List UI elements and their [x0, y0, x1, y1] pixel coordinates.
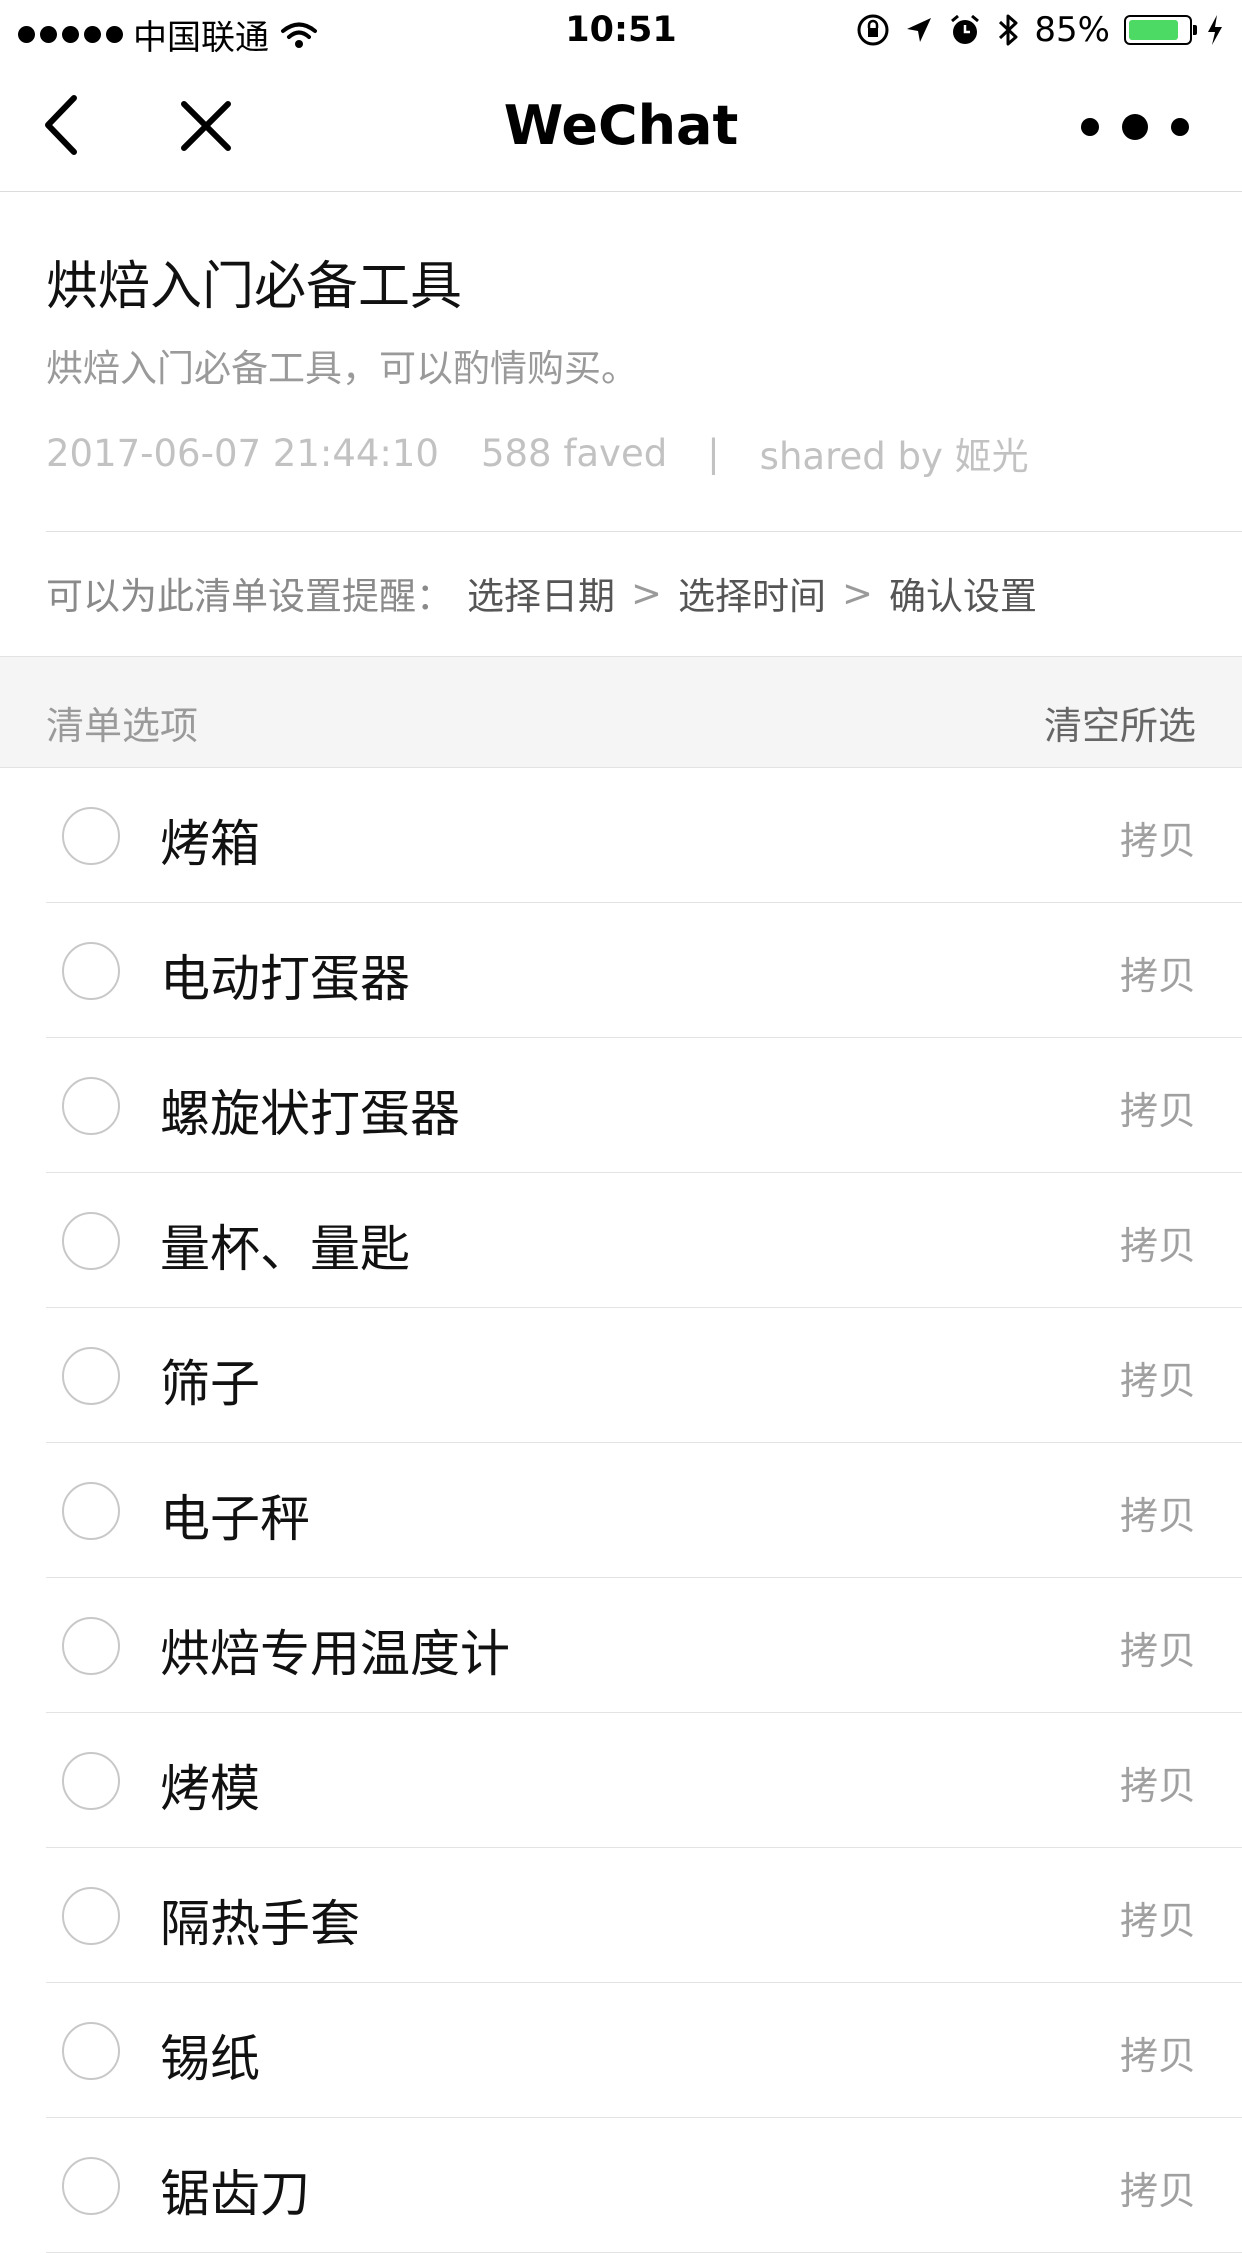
item-name: 烤模: [160, 1760, 260, 1818]
list-date: 2017-06-07 21:44:10: [46, 431, 439, 475]
item-name: 电动打蛋器: [160, 950, 410, 1008]
section-header: 清单选项 清空所选: [0, 656, 1242, 768]
orientation-lock-icon: [857, 14, 889, 46]
list-item[interactable]: 烤箱 拷贝: [0, 768, 1242, 903]
header-divider: [46, 531, 1242, 532]
list-title: 烘焙入门必备工具: [46, 257, 463, 317]
copy-button[interactable]: 拷贝: [1120, 1350, 1196, 1405]
reminder-arrow: >: [631, 571, 663, 615]
checkbox-circle[interactable]: [62, 1617, 120, 1675]
section-label: 清单选项: [46, 704, 199, 748]
battery-level-fill: [1129, 20, 1178, 40]
copy-button[interactable]: 拷贝: [1120, 810, 1196, 865]
reminder-step-time[interactable]: 选择时间: [678, 566, 826, 620]
copy-button[interactable]: 拷贝: [1120, 1485, 1196, 1540]
list-item[interactable]: 锡纸 拷贝: [0, 1983, 1242, 2118]
location-arrow-icon: [907, 18, 932, 42]
status-bar: 中国联通 10:51 85%: [0, 0, 1242, 62]
list-item[interactable]: 烤模 拷贝: [0, 1713, 1242, 1848]
list-item[interactable]: 螺旋状打蛋器 拷贝: [0, 1038, 1242, 1173]
checkbox-circle[interactable]: [62, 1347, 120, 1405]
copy-button[interactable]: 拷贝: [1120, 2160, 1196, 2215]
list-item[interactable]: 电动打蛋器 拷贝: [0, 903, 1242, 1038]
checkbox-circle[interactable]: [62, 1212, 120, 1270]
list-item[interactable]: 筛子 拷贝: [0, 1308, 1242, 1443]
item-name: 锡纸: [160, 2030, 260, 2088]
status-right: 85%: [856, 10, 1224, 50]
item-name: 螺旋状打蛋器: [160, 1085, 460, 1143]
list-meta: 2017-06-07 21:44:10 588 faved | shared b…: [46, 426, 1029, 480]
reminder-arrow: >: [842, 571, 874, 615]
list-item[interactable]: 锯齿刀 拷贝: [0, 2118, 1242, 2253]
charging-bolt-icon: [1208, 15, 1222, 45]
item-name: 电子秤: [160, 1490, 310, 1548]
checkbox-circle[interactable]: [62, 1752, 120, 1810]
list-item[interactable]: 量杯、量匙 拷贝: [0, 1173, 1242, 1308]
battery-icon: [1124, 15, 1197, 45]
reminder-step-date[interactable]: 选择日期: [467, 566, 615, 620]
item-name: 锯齿刀: [160, 2165, 310, 2223]
meta-separator: |: [707, 431, 720, 475]
item-name: 量杯、量匙: [160, 1220, 410, 1278]
list-item[interactable]: 烘焙专用温度计 拷贝: [0, 1578, 1242, 1713]
copy-button[interactable]: 拷贝: [1120, 2025, 1196, 2080]
copy-button[interactable]: 拷贝: [1120, 1620, 1196, 1675]
checkbox-circle[interactable]: [62, 942, 120, 1000]
alarm-icon: [951, 14, 980, 44]
checkbox-circle[interactable]: [62, 2157, 120, 2215]
clear-selection-button[interactable]: 清空所选: [1044, 695, 1196, 750]
checklist: 烤箱 拷贝 电动打蛋器 拷贝 螺旋状打蛋器 拷贝 量杯、量匙 拷贝 筛子 拷贝 电子秤 拷贝 烘焙专用温…: [0, 768, 1242, 2253]
shared-by: shared by 姬光: [759, 435, 1029, 478]
copy-button[interactable]: 拷贝: [1120, 1080, 1196, 1135]
checkbox-circle[interactable]: [62, 1482, 120, 1540]
checkbox-circle[interactable]: [62, 1077, 120, 1135]
item-name: 筛子: [160, 1355, 260, 1413]
reminder-prompt: 可以为此清单设置提醒：: [46, 575, 453, 618]
reminder-step-confirm[interactable]: 确认设置: [889, 566, 1037, 620]
checkbox-circle[interactable]: [62, 1887, 120, 1945]
copy-button[interactable]: 拷贝: [1120, 1215, 1196, 1270]
navigation-bar: WeChat: [0, 62, 1242, 192]
list-description: 烘焙入门必备工具，可以酌情购买。: [46, 347, 638, 390]
list-item[interactable]: 电子秤 拷贝: [0, 1443, 1242, 1578]
list-item[interactable]: 隔热手套 拷贝: [0, 1848, 1242, 1983]
checkbox-circle[interactable]: [62, 807, 120, 865]
bluetooth-icon: [999, 14, 1018, 46]
checkbox-circle[interactable]: [62, 2022, 120, 2080]
battery-percent: 85%: [1034, 10, 1110, 50]
item-name: 烘焙专用温度计: [160, 1625, 510, 1683]
copy-button[interactable]: 拷贝: [1120, 1890, 1196, 1945]
item-name: 隔热手套: [160, 1895, 360, 1953]
page-title: WeChat: [503, 94, 739, 157]
reminder-row: 可以为此清单设置提醒： 选择日期 > 选择时间 > 确认设置: [46, 566, 1037, 620]
more-icon[interactable]: [1078, 112, 1192, 142]
copy-button[interactable]: 拷贝: [1120, 945, 1196, 1000]
copy-button[interactable]: 拷贝: [1120, 1755, 1196, 1810]
faved-count: 588 faved: [480, 431, 668, 475]
item-name: 烤箱: [160, 815, 260, 873]
